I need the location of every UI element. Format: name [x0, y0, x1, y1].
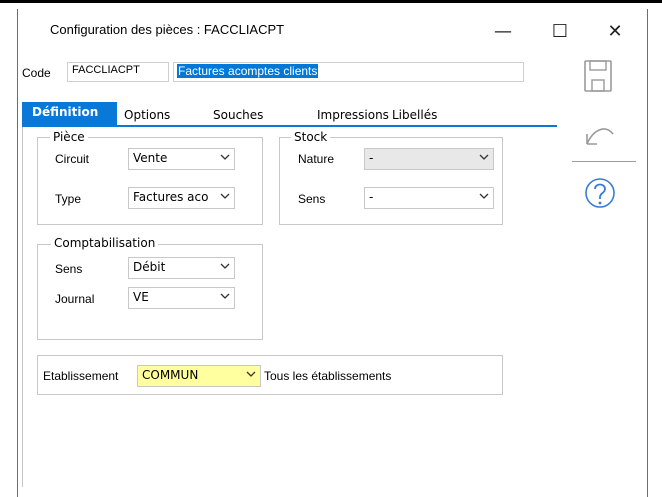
type-select[interactable]: Factures aco	[128, 187, 235, 209]
side-divider	[572, 161, 636, 162]
nature-value: -	[369, 151, 374, 165]
etablissement-label: Etablissement	[43, 369, 119, 383]
tab-panel-border	[22, 127, 23, 487]
close-button[interactable]: ✕	[600, 20, 630, 44]
stock-sens-select[interactable]: -	[364, 187, 494, 209]
etablissement-description: Tous les établissements	[264, 369, 392, 383]
chevron-down-icon	[220, 263, 230, 269]
undo-icon[interactable]	[583, 120, 617, 150]
chevron-down-icon	[220, 293, 230, 299]
tab-impressions[interactable]: Impressions	[317, 108, 389, 122]
window-title: Configuration des pièces : FACCLIACPT	[50, 22, 285, 37]
circuit-select[interactable]: Vente	[128, 148, 235, 170]
type-value: Factures aco	[133, 190, 209, 204]
compta-sens-label: Sens	[55, 262, 83, 276]
circuit-value: Vente	[133, 151, 168, 165]
tab-definition-label: Définition	[32, 105, 99, 119]
nature-label: Nature	[298, 152, 335, 166]
minimize-button[interactable]: —	[488, 20, 518, 44]
maximize-button[interactable]: ☐	[545, 20, 575, 44]
tab-souches[interactable]: Souches	[213, 108, 263, 122]
chevron-down-icon	[479, 154, 489, 160]
top-border	[0, 0, 662, 3]
journal-select[interactable]: VE	[128, 287, 235, 309]
chevron-down-icon	[220, 154, 230, 160]
stock-sens-label: Sens	[298, 192, 326, 206]
tab-options[interactable]: Options	[124, 108, 170, 122]
code-label: Code	[22, 66, 51, 80]
journal-value: VE	[133, 290, 149, 304]
stock-legend: Stock	[291, 130, 331, 144]
comptabilisation-legend: Comptabilisation	[51, 236, 159, 250]
compta-sens-value: Débit	[133, 260, 166, 274]
description-input[interactable]: Factures acomptes clients	[173, 62, 524, 82]
etablissement-select[interactable]: COMMUN	[137, 365, 261, 387]
chevron-down-icon	[479, 193, 489, 199]
chevron-down-icon	[246, 371, 256, 377]
tab-definition[interactable]: Définition	[22, 102, 117, 126]
type-label: Type	[55, 192, 82, 206]
code-input[interactable]: FACCLIACPT	[67, 62, 169, 82]
etablissement-value: COMMUN	[142, 368, 199, 382]
tab-strip-line	[22, 125, 557, 127]
stock-sens-value: -	[369, 190, 374, 204]
compta-sens-select[interactable]: Débit	[128, 257, 235, 279]
help-icon[interactable]	[584, 176, 616, 210]
description-selected-text: Factures acomptes clients	[177, 64, 319, 78]
circuit-label: Circuit	[55, 152, 90, 166]
tab-libelles[interactable]: Libellés	[392, 108, 437, 122]
journal-label: Journal	[55, 292, 95, 306]
chevron-down-icon	[220, 193, 230, 199]
nature-select[interactable]: -	[364, 148, 494, 170]
piece-legend: Pièce	[50, 130, 88, 144]
save-icon[interactable]	[583, 58, 613, 94]
